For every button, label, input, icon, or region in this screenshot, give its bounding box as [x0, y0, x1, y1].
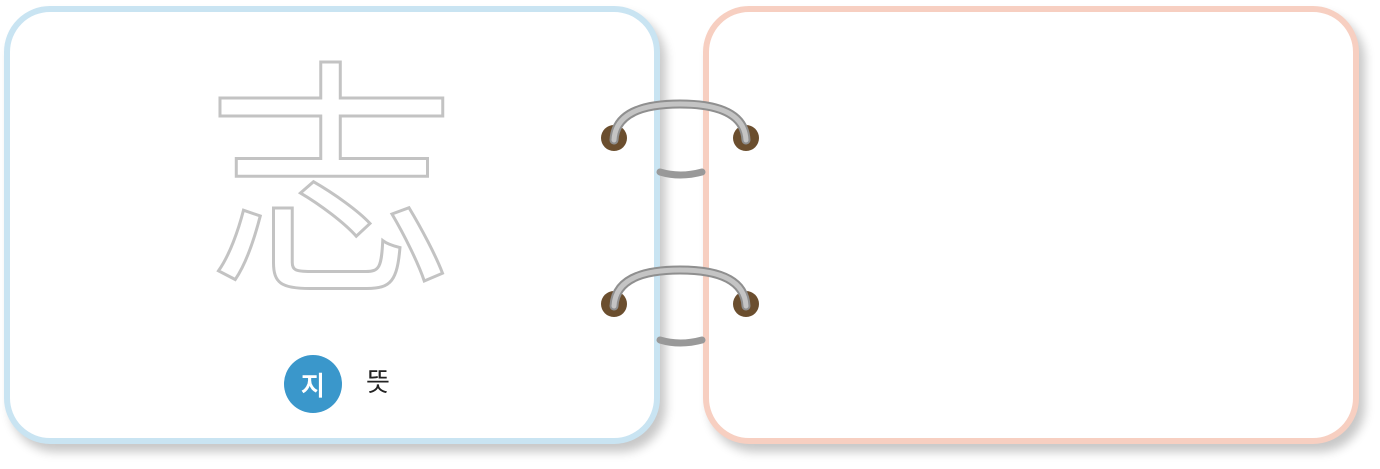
ring-bottom-segment-bottom [656, 336, 706, 347]
meaning-text: 뜻 [366, 368, 390, 398]
flashcard-front[interactable]: 志 지 뜻 [4, 6, 660, 444]
hanja-character: 志 [205, 40, 458, 331]
flashcard-stage: 志 지 뜻 [0, 0, 1380, 469]
flashcard-back[interactable] [703, 6, 1359, 444]
ring-bottom-segment-top [656, 168, 706, 179]
reading-badge: 지 [284, 355, 342, 413]
